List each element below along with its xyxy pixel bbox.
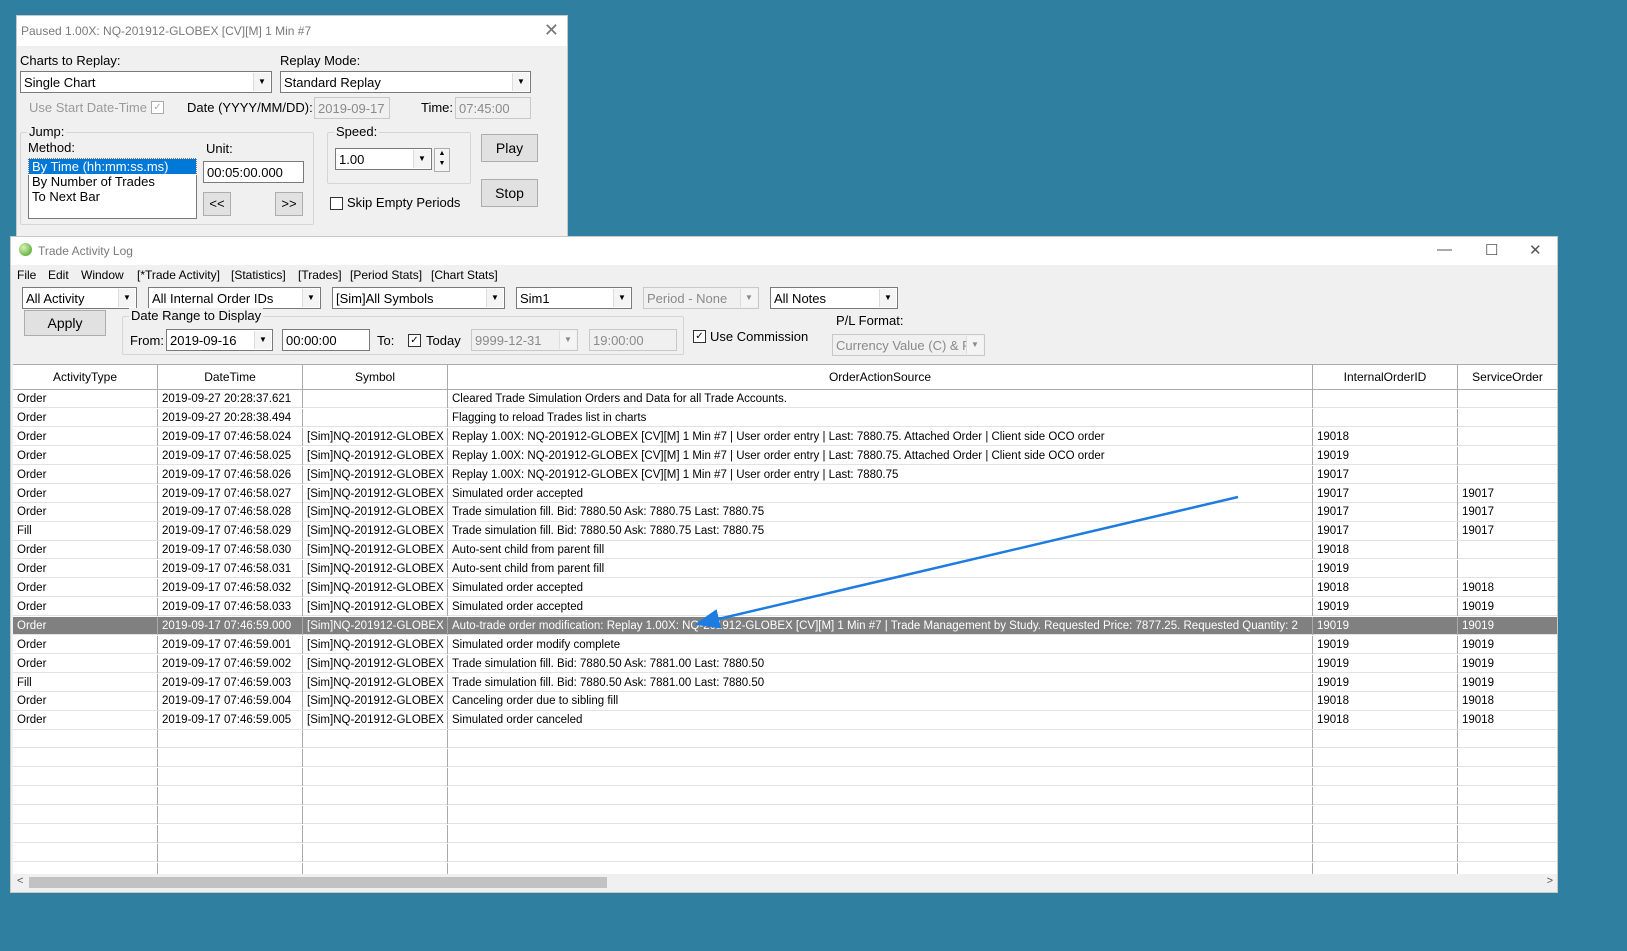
annotation-arrow bbox=[694, 495, 1239, 629]
